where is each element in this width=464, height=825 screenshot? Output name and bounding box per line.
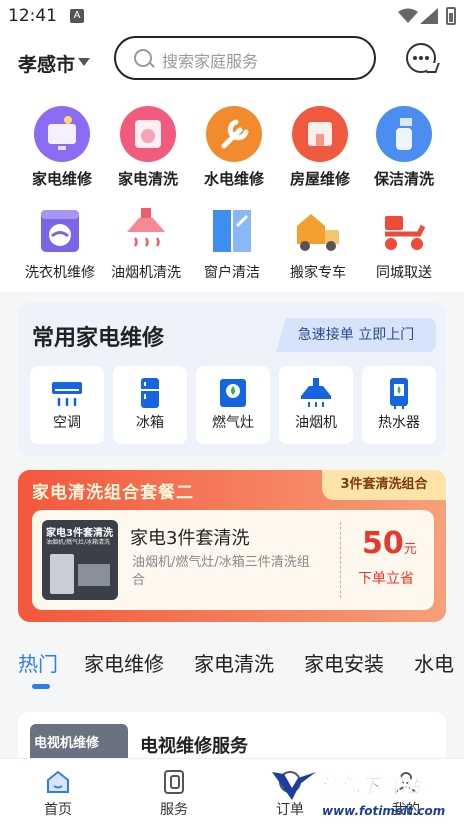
category-label: 保洁清洗 [373,170,434,188]
category-label: 家电维修 [31,170,92,188]
promo-banner[interactable]: 家电清洗组合套餐二 3件套清洗组合 家电3件套清洗 油烟机/燃气灶/冰箱清洗 家… [18,470,446,622]
category-label: 油烟机清洗 [111,265,181,281]
promo-card[interactable]: 家电3件套清洗 油烟机/燃气灶/冰箱清洗 家电3件套清洗 油烟机/燃气灶/冰箱三… [32,510,434,610]
search-placeholder: 搜索家庭服务 [162,52,259,71]
repair-item-label: 空调 [53,415,81,431]
signal-icon [420,8,438,24]
tab-appliance-install[interactable]: 家电安装 [304,648,384,677]
price-value: 50 [362,526,404,561]
category-tabs: 热门 家电维修 家电清洗 家电安装 水电 [0,632,464,692]
repair-item-fridge[interactable]: 冰箱 [113,366,187,444]
repair-item-range-hood[interactable]: 油烟机 [279,366,353,444]
repair-item-air-conditioner[interactable]: 空调 [30,366,104,444]
fridge-illustration [50,554,74,594]
fridge-icon [133,376,167,410]
thumb-text: 电视机维修 [34,736,100,751]
repair-item-label: 燃气灶 [212,415,254,431]
washer-clean-icon [120,106,176,162]
gas-stove-icon [216,376,250,410]
repair-item-gas-stove[interactable]: 燃气灶 [196,366,270,444]
repair-item-label: 热水器 [378,415,420,431]
category-label: 窗户清洁 [204,265,260,281]
repair-item-label: 冰箱 [136,415,164,431]
category-hood-clean[interactable]: 油烟机清洗 [100,206,192,282]
chevron-down-icon[interactable] [78,58,90,66]
category-house-repair[interactable]: 房屋维修 [274,106,366,189]
order-button[interactable]: 下单立省 [358,568,414,588]
search-icon [134,49,152,67]
category-label: 同城取送 [376,265,432,281]
nav-label: 服务 [160,802,188,818]
category-appliance-clean[interactable]: 家电清洗 [102,106,194,189]
tab-hot[interactable]: 热门 [18,648,58,677]
tab-appliance-repair[interactable]: 家电维修 [84,648,164,677]
window-icon [207,206,257,256]
wrench-icon [206,106,262,162]
watermark: 清源下载站 www.fotimelt.com [270,770,460,824]
category-delivery[interactable]: 同城取送 [358,206,450,282]
moving-truck-icon [293,206,343,256]
watermark-logo [272,772,316,800]
water-heater-icon [382,376,416,410]
promo-thumbnail: 家电3件套清洗 油烟机/燃气灶/冰箱清洗 [42,520,118,600]
app-header: 孝感市 搜索家庭服务 [0,32,464,92]
category-plumbing-electric[interactable]: 水电维修 [188,106,280,189]
nav-home[interactable]: 首页 [0,759,116,825]
status-time: 12:41 [8,6,57,26]
category-tv-repair[interactable]: 家电维修 [16,106,108,189]
divider [340,522,341,598]
house-repair-icon [292,106,348,162]
stove-illustration [78,564,110,586]
category-label: 水电维修 [203,170,264,188]
search-input[interactable]: 搜索家庭服务 [114,36,376,80]
watermark-url: www.fotimelt.com [322,804,446,818]
category-label: 家电清洗 [117,170,178,188]
tab-plumbing[interactable]: 水电 [414,648,454,677]
nav-service[interactable]: 服务 [116,759,232,825]
cleaning-bottle-icon [376,106,432,162]
promo-desc: 油烟机/燃气灶/冰箱三件清洗组合 [132,555,310,588]
tab-indicator [32,684,50,689]
thumb-subtitle: 油烟机/燃气灶/冰箱清洗 [46,539,111,546]
range-hood-icon [121,206,171,256]
repair-item-water-heater[interactable]: 热水器 [362,366,436,444]
watermark-title: 清源下载站 [320,774,421,799]
notification-icon: A [70,9,84,23]
promo-price: 50元 [362,526,417,561]
common-repair-section: 常用家电维修 急速接单 立即上门 空调 冰箱 燃气灶 油烟机 热水器 [18,302,446,456]
service-title: 电视维修服务 [140,736,248,757]
category-window-clean[interactable]: 窗户清洁 [186,206,278,282]
promo-name: 家电3件套清洗 [130,528,250,549]
category-grid: 家电维修 家电清洗 水电维修 房屋维修 保洁清洗 洗衣机维修 油烟机清洗 窗户清… [0,92,464,292]
tv-repair-icon [34,106,90,162]
city-selector[interactable]: 孝感市 [18,50,75,77]
wifi-icon [398,8,418,23]
message-icon[interactable] [406,43,436,73]
category-cleaning[interactable]: 保洁清洗 [358,106,450,189]
air-conditioner-icon [50,376,84,410]
category-washer-repair[interactable]: 洗衣机维修 [14,206,106,282]
section-title: 常用家电维修 [32,326,165,351]
promo-title: 家电清洗组合套餐二 [32,483,194,503]
battery-icon [446,7,456,25]
category-moving[interactable]: 搬家专车 [272,206,364,282]
promo-tag: 3件套清洗组合 [322,470,446,500]
service-icon [161,769,187,795]
quick-service-tag: 急速接单 立即上门 [276,318,436,352]
category-label: 搬家专车 [290,265,346,281]
delivery-scooter-icon [379,206,429,256]
price-unit: 元 [403,542,417,557]
status-bar: 12:41 A [0,0,464,32]
range-hood-icon [299,376,333,410]
tab-appliance-clean[interactable]: 家电清洗 [194,648,274,677]
home-icon [45,769,71,795]
repair-item-label: 油烟机 [295,415,337,431]
nav-label: 首页 [44,802,72,818]
category-label: 洗衣机维修 [25,265,95,281]
washing-machine-icon [35,206,85,256]
category-label: 房屋维修 [289,170,350,188]
